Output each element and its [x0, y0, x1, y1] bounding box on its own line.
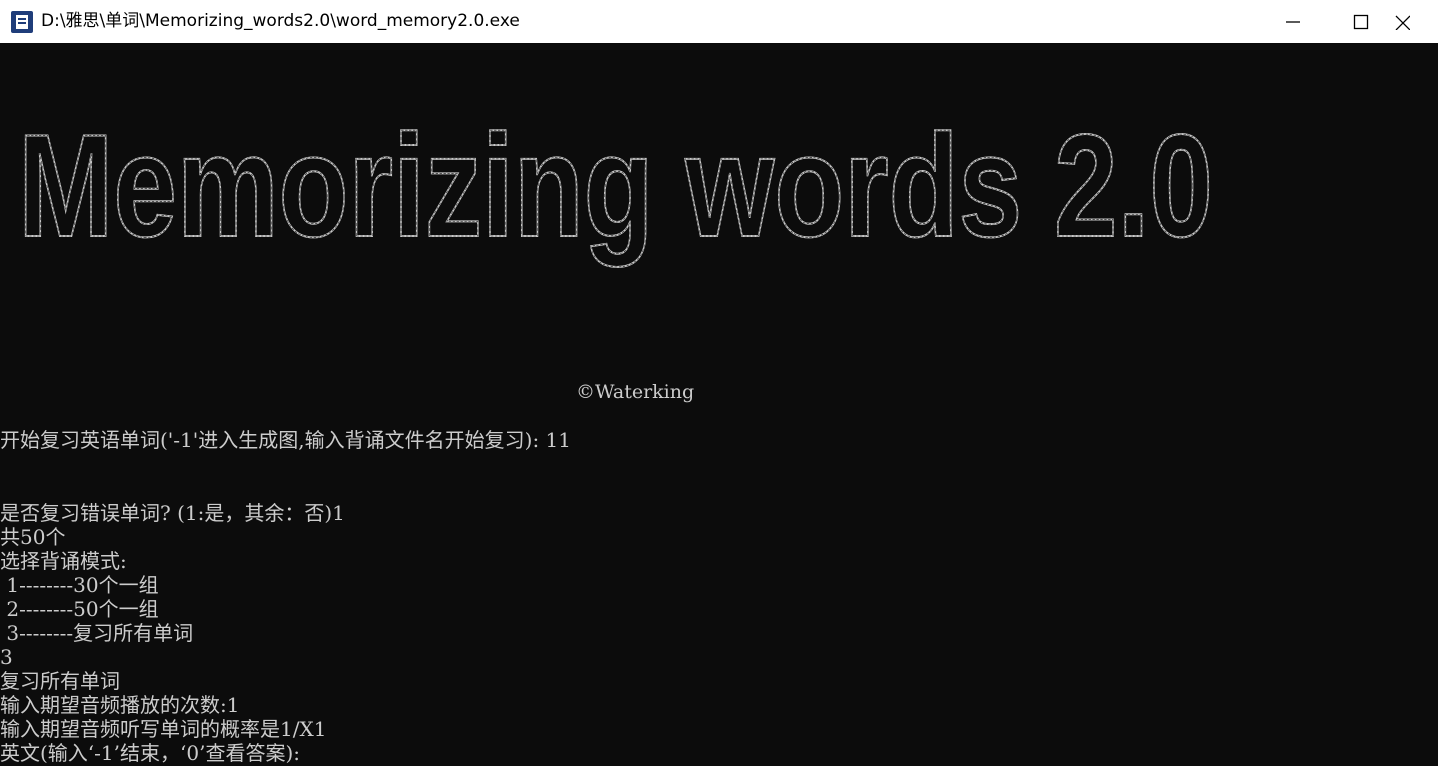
- console-line-review-errors: 是否复习错误单词? (1:是，其余：否)1: [0, 501, 345, 525]
- console-line-mode-input: 3: [0, 645, 13, 669]
- console-line-audio-count: 输入期望音频播放的次数:1: [0, 693, 240, 717]
- credit-text: ©Waterking: [576, 381, 695, 403]
- close-button[interactable]: [1394, 0, 1438, 43]
- console-line-mode-2: 2--------50个一组: [0, 597, 159, 621]
- window-title: D:\雅思\单词\Memorizing_words2.0\word_memory…: [41, 11, 520, 31]
- console-line-review-all: 复习所有单词: [0, 669, 120, 693]
- minimize-button[interactable]: [1258, 0, 1328, 43]
- close-icon: [1395, 15, 1410, 30]
- console-window: D:\雅思\单词\Memorizing_words2.0\word_memory…: [0, 0, 1438, 766]
- title-bar[interactable]: D:\雅思\单词\Memorizing_words2.0\word_memory…: [0, 0, 1438, 43]
- console-line-prompt: 开始复习英语单词('-1'进入生成图,输入背诵文件名开始复习): 11: [0, 428, 571, 452]
- minimize-icon: [1286, 20, 1300, 23]
- console-line-mode-1: 1--------30个一组: [0, 573, 159, 597]
- ascii-art-banner: Memorizing words 2.0 Memorizing words 2.…: [0, 43, 1438, 353]
- console-line-total: 共50个: [0, 525, 66, 549]
- console-line-audio-prob: 输入期望音频听写单词的概率是1/X1: [0, 717, 327, 741]
- console-line-mode-title: 选择背诵模式:: [0, 549, 127, 573]
- console-app-icon: [11, 11, 33, 33]
- console-line-english-prompt[interactable]: 英文(输入‘-1’结束，‘0’查看答案):: [0, 741, 300, 765]
- maximize-icon: [1353, 14, 1369, 29]
- console-line-mode-3: 3--------复习所有单词: [0, 621, 194, 645]
- console-output[interactable]: Memorizing words 2.0 Memorizing words 2.…: [0, 43, 1438, 766]
- maximize-button[interactable]: [1326, 0, 1396, 43]
- ascii-art-title-texture: Memorizing words 2.0: [18, 104, 1213, 267]
